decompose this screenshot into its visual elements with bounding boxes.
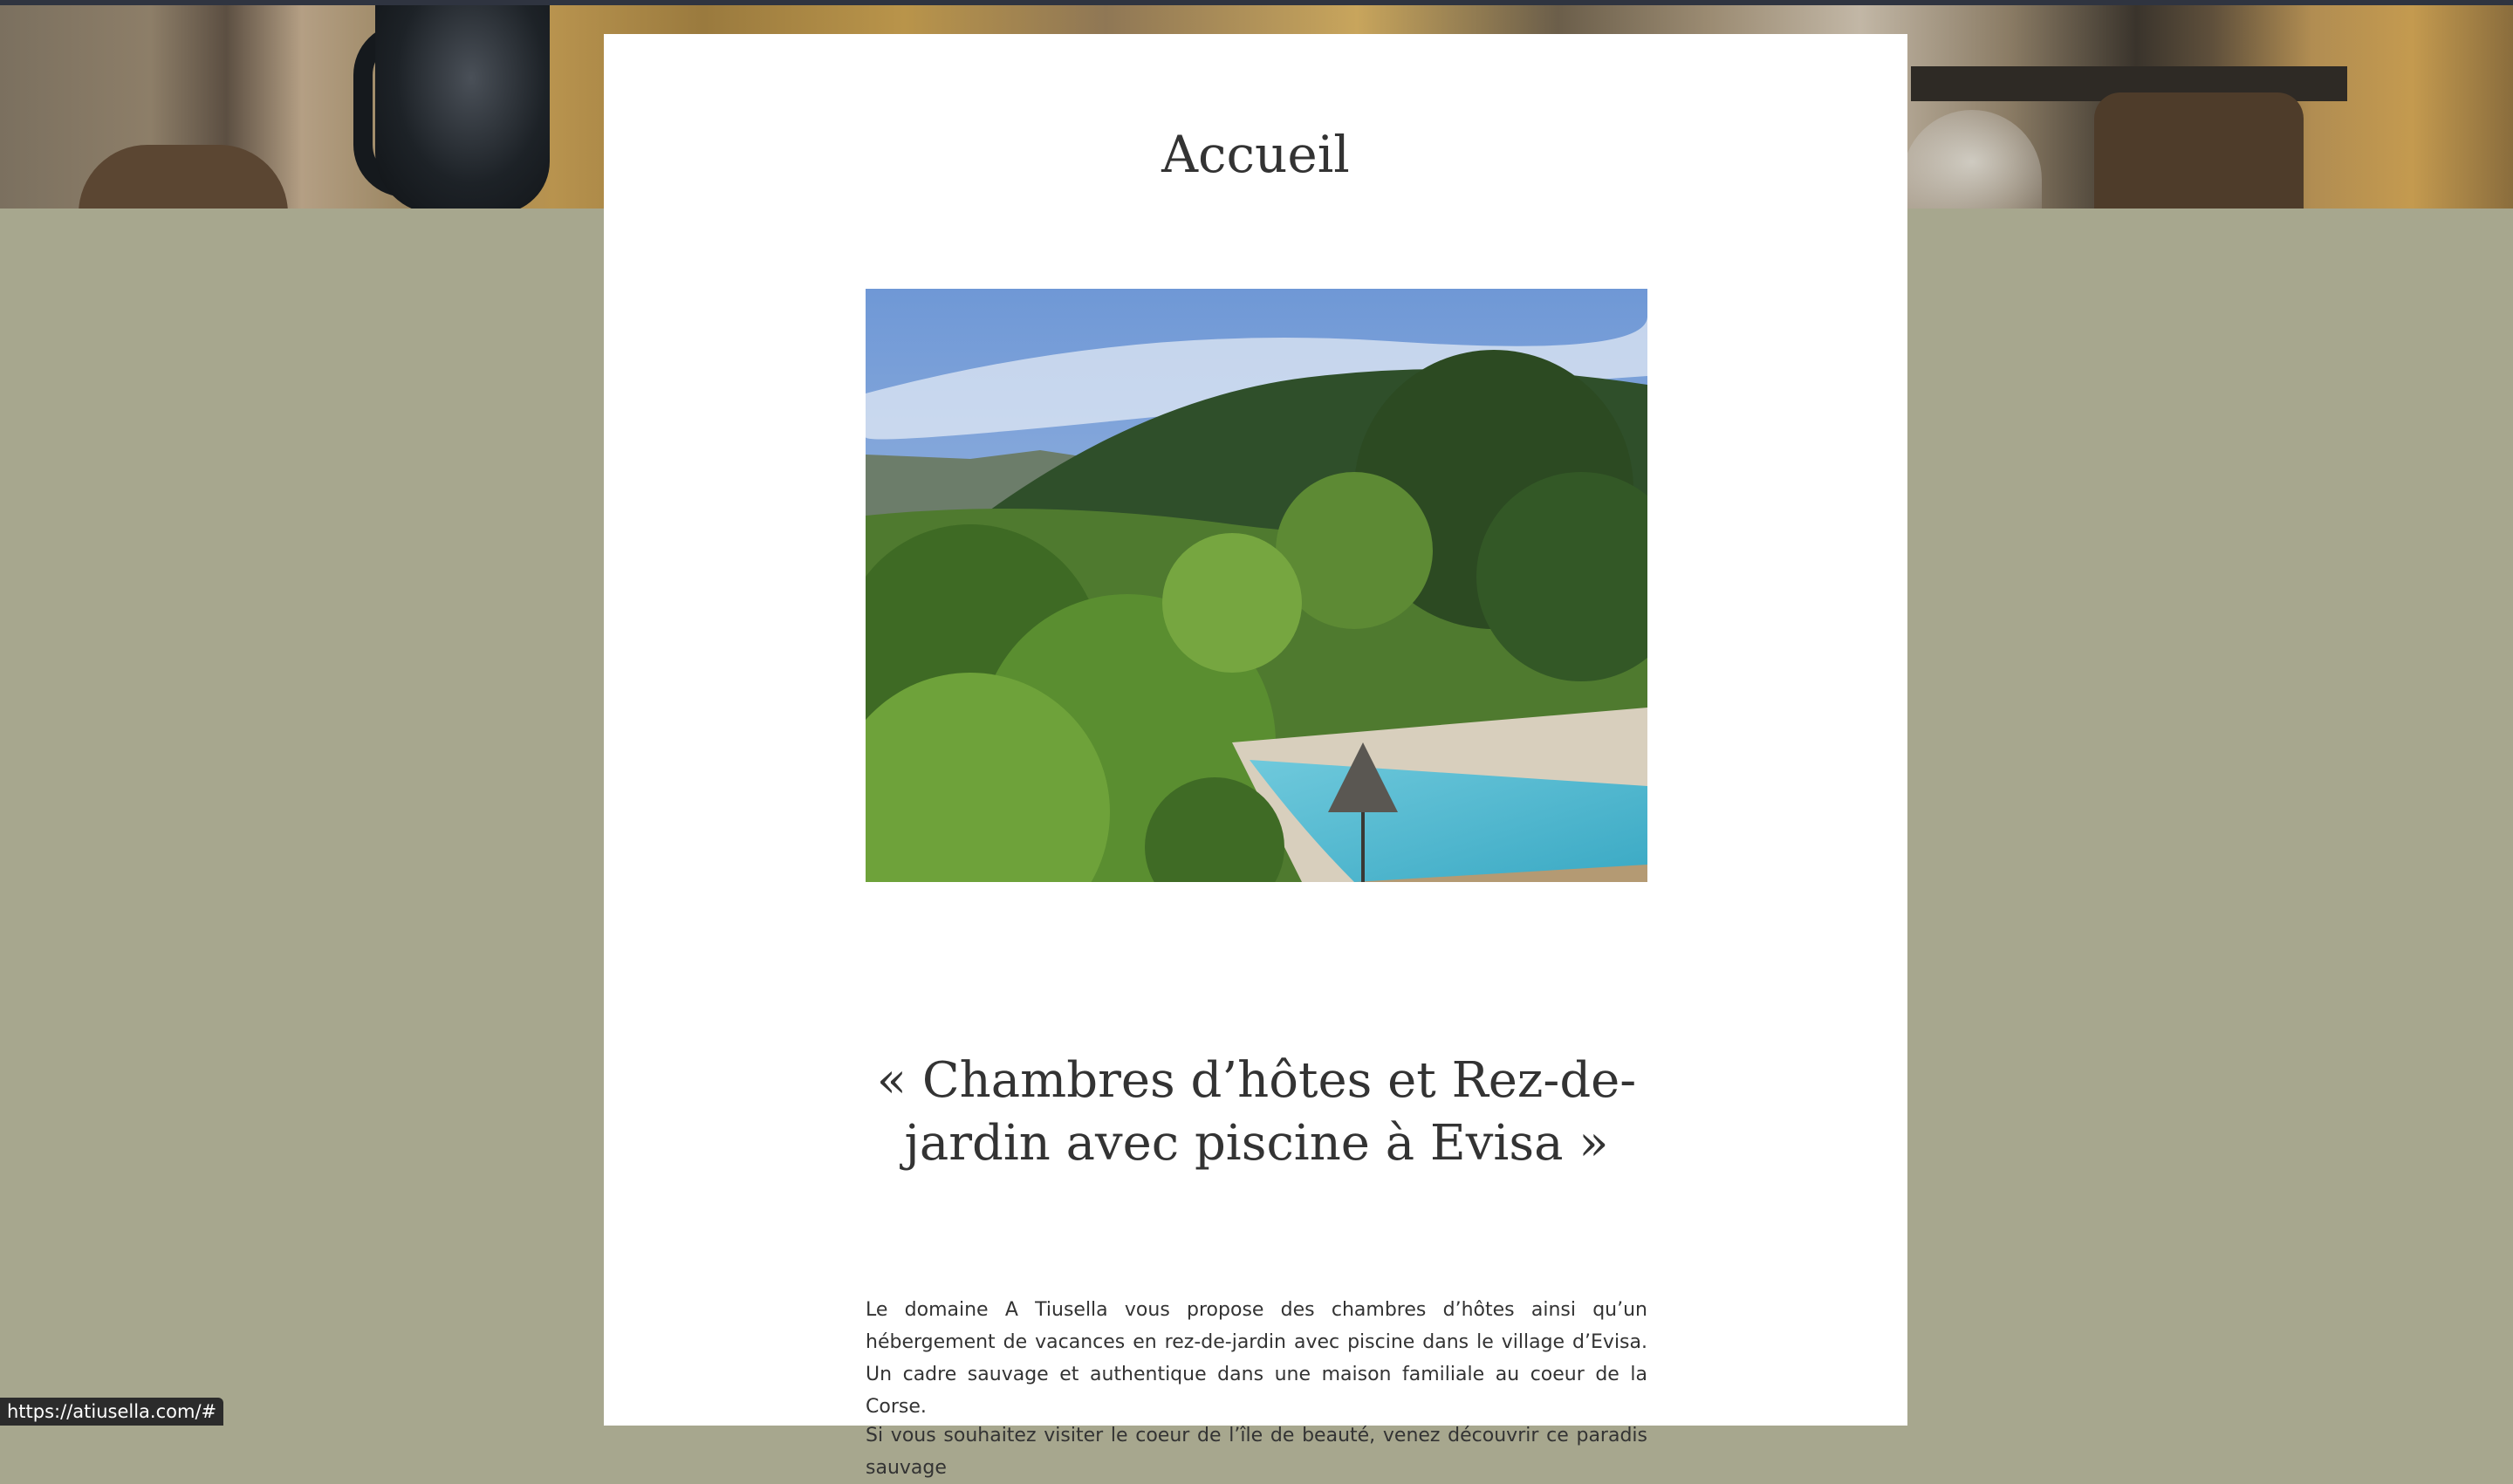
page-title: Accueil bbox=[1161, 125, 1350, 184]
main-content: Accueil « Chambres d’hôtes et Rez-de-jar… bbox=[604, 34, 1907, 1479]
status-bar-url: https://atiusella.com/# bbox=[0, 1398, 224, 1426]
hero-photo bbox=[866, 289, 1647, 882]
header-jug bbox=[375, 5, 550, 209]
visit-paragraph: Si vous souhaitez visiter le coeur de l’… bbox=[866, 1425, 1647, 1479]
header-chair-right bbox=[2094, 92, 2304, 209]
intro-paragraph: Le domaine A Tiusella vous propose des c… bbox=[866, 1299, 1647, 1418]
header-glass bbox=[1902, 110, 2042, 209]
header-chair-left bbox=[79, 145, 288, 209]
hero-image bbox=[866, 289, 1647, 882]
section-heading: « Chambres d’hôtes et Rez-de-jardin avec… bbox=[876, 1052, 1637, 1172]
